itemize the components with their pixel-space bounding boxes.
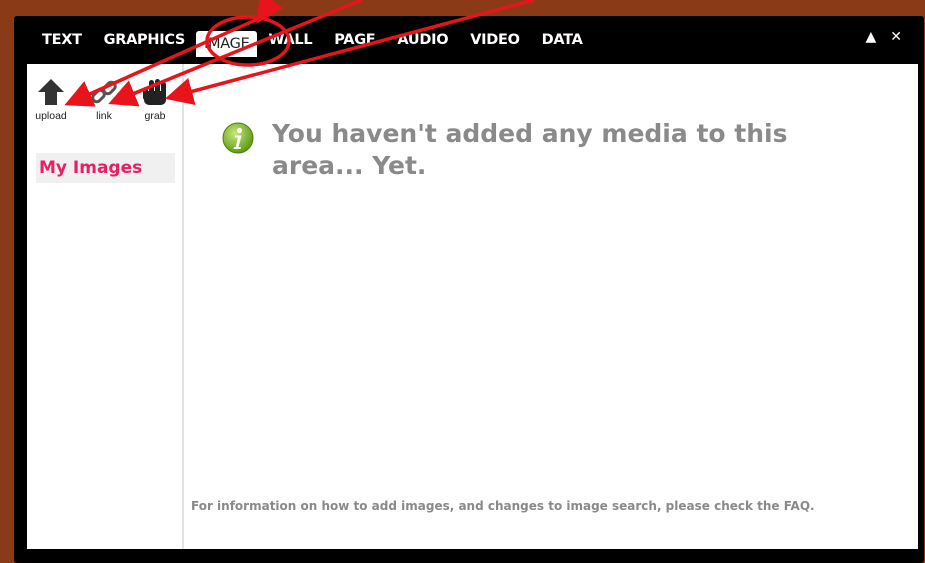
- link-label: link: [96, 110, 112, 122]
- upload-label: upload: [35, 110, 67, 122]
- collapse-icon[interactable]: ▲: [865, 29, 876, 45]
- grab-hand-icon: [143, 79, 166, 105]
- tab-image[interactable]: IMAGE: [196, 31, 258, 57]
- tab-video[interactable]: VIDEO: [459, 16, 530, 64]
- grab-button[interactable]: grab: [135, 77, 175, 122]
- link-icon: [91, 80, 117, 104]
- arrow-to-image-tab: [256, 0, 284, 24]
- info-icon: [222, 122, 254, 154]
- grab-label: grab: [144, 110, 166, 122]
- upload-icon: [38, 79, 64, 105]
- empty-state-message: You haven't added any media to this area…: [272, 119, 788, 180]
- close-icon[interactable]: ✕: [890, 29, 902, 45]
- media-window: TEXT GRAPHICS IMAGE WALL PAGE AUDIO VIDE…: [14, 16, 924, 563]
- my-images-link[interactable]: My Images: [36, 153, 175, 183]
- main-content: You haven't added any media to this area…: [184, 64, 918, 549]
- tab-data[interactable]: DATA: [531, 16, 594, 64]
- media-panel: upload link grab My Images You haven't a…: [27, 64, 918, 549]
- sidebar: upload link grab My Images: [27, 64, 184, 549]
- tab-bar: TEXT GRAPHICS IMAGE WALL PAGE AUDIO VIDE…: [14, 16, 924, 64]
- tab-audio[interactable]: AUDIO: [386, 16, 459, 64]
- tab-graphics[interactable]: GRAPHICS: [93, 16, 196, 64]
- tab-wall[interactable]: WALL: [257, 16, 323, 64]
- link-button[interactable]: link: [84, 77, 124, 122]
- tab-page[interactable]: PAGE: [323, 16, 386, 64]
- faq-note: For information on how to add images, an…: [191, 499, 815, 513]
- window-controls: ▲ ✕: [865, 29, 902, 45]
- upload-button[interactable]: upload: [31, 77, 71, 122]
- tab-text[interactable]: TEXT: [14, 16, 93, 64]
